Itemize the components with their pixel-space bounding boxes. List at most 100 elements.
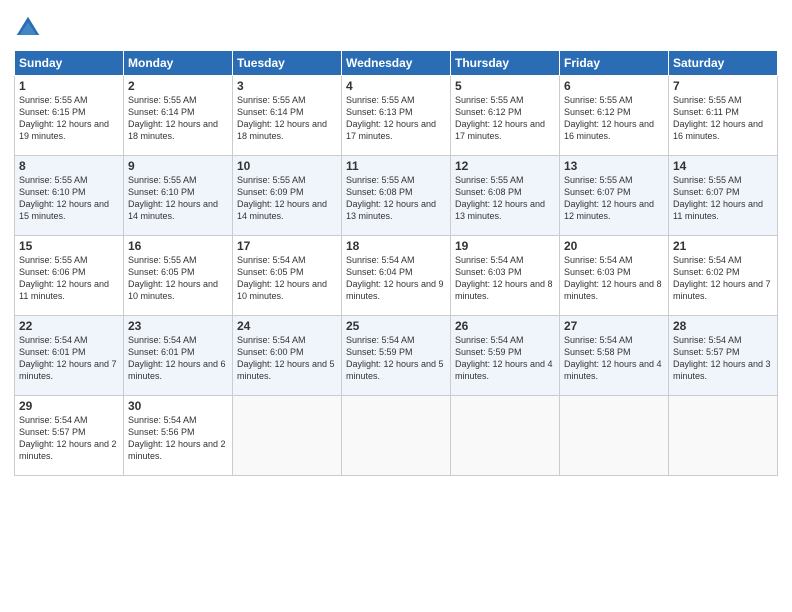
day-number: 13: [564, 159, 664, 173]
day-number: 20: [564, 239, 664, 253]
page-header: [14, 10, 778, 42]
day-number: 23: [128, 319, 228, 333]
calendar-cell: 3Sunrise: 5:55 AMSunset: 6:14 PMDaylight…: [233, 76, 342, 156]
cell-info: Sunrise: 5:55 AMSunset: 6:09 PMDaylight:…: [237, 174, 337, 223]
day-number: 16: [128, 239, 228, 253]
calendar-cell: 4Sunrise: 5:55 AMSunset: 6:13 PMDaylight…: [342, 76, 451, 156]
cell-info: Sunrise: 5:55 AMSunset: 6:06 PMDaylight:…: [19, 254, 119, 303]
calendar-cell: 13Sunrise: 5:55 AMSunset: 6:07 PMDayligh…: [560, 156, 669, 236]
cell-info: Sunrise: 5:54 AMSunset: 5:59 PMDaylight:…: [455, 334, 555, 383]
calendar-cell: 6Sunrise: 5:55 AMSunset: 6:12 PMDaylight…: [560, 76, 669, 156]
cell-info: Sunrise: 5:55 AMSunset: 6:14 PMDaylight:…: [128, 94, 228, 143]
day-number: 6: [564, 79, 664, 93]
calendar-cell: 7Sunrise: 5:55 AMSunset: 6:11 PMDaylight…: [669, 76, 778, 156]
cell-info: Sunrise: 5:55 AMSunset: 6:08 PMDaylight:…: [346, 174, 446, 223]
calendar-cell: [669, 396, 778, 476]
calendar-cell: 26Sunrise: 5:54 AMSunset: 5:59 PMDayligh…: [451, 316, 560, 396]
calendar-week-4: 22Sunrise: 5:54 AMSunset: 6:01 PMDayligh…: [15, 316, 778, 396]
day-number: 25: [346, 319, 446, 333]
calendar-cell: 8Sunrise: 5:55 AMSunset: 6:10 PMDaylight…: [15, 156, 124, 236]
calendar-cell: 30Sunrise: 5:54 AMSunset: 5:56 PMDayligh…: [124, 396, 233, 476]
calendar-header-saturday: Saturday: [669, 51, 778, 76]
day-number: 26: [455, 319, 555, 333]
calendar-header-row: SundayMondayTuesdayWednesdayThursdayFrid…: [15, 51, 778, 76]
cell-info: Sunrise: 5:54 AMSunset: 5:57 PMDaylight:…: [19, 414, 119, 463]
calendar-cell: 24Sunrise: 5:54 AMSunset: 6:00 PMDayligh…: [233, 316, 342, 396]
day-number: 18: [346, 239, 446, 253]
day-number: 22: [19, 319, 119, 333]
cell-info: Sunrise: 5:55 AMSunset: 6:13 PMDaylight:…: [346, 94, 446, 143]
calendar-cell: 27Sunrise: 5:54 AMSunset: 5:58 PMDayligh…: [560, 316, 669, 396]
cell-info: Sunrise: 5:54 AMSunset: 6:00 PMDaylight:…: [237, 334, 337, 383]
calendar-header-sunday: Sunday: [15, 51, 124, 76]
cell-info: Sunrise: 5:54 AMSunset: 5:56 PMDaylight:…: [128, 414, 228, 463]
logo-icon: [14, 14, 42, 42]
cell-info: Sunrise: 5:55 AMSunset: 6:14 PMDaylight:…: [237, 94, 337, 143]
cell-info: Sunrise: 5:55 AMSunset: 6:05 PMDaylight:…: [128, 254, 228, 303]
calendar-cell: 15Sunrise: 5:55 AMSunset: 6:06 PMDayligh…: [15, 236, 124, 316]
day-number: 15: [19, 239, 119, 253]
day-number: 30: [128, 399, 228, 413]
cell-info: Sunrise: 5:54 AMSunset: 6:03 PMDaylight:…: [564, 254, 664, 303]
day-number: 7: [673, 79, 773, 93]
day-number: 9: [128, 159, 228, 173]
cell-info: Sunrise: 5:55 AMSunset: 6:11 PMDaylight:…: [673, 94, 773, 143]
calendar-week-3: 15Sunrise: 5:55 AMSunset: 6:06 PMDayligh…: [15, 236, 778, 316]
cell-info: Sunrise: 5:54 AMSunset: 6:01 PMDaylight:…: [128, 334, 228, 383]
calendar-cell: 2Sunrise: 5:55 AMSunset: 6:14 PMDaylight…: [124, 76, 233, 156]
calendar-cell: 11Sunrise: 5:55 AMSunset: 6:08 PMDayligh…: [342, 156, 451, 236]
calendar-cell: 23Sunrise: 5:54 AMSunset: 6:01 PMDayligh…: [124, 316, 233, 396]
calendar-week-1: 1Sunrise: 5:55 AMSunset: 6:15 PMDaylight…: [15, 76, 778, 156]
cell-info: Sunrise: 5:54 AMSunset: 6:04 PMDaylight:…: [346, 254, 446, 303]
calendar-cell: [342, 396, 451, 476]
calendar-week-2: 8Sunrise: 5:55 AMSunset: 6:10 PMDaylight…: [15, 156, 778, 236]
cell-info: Sunrise: 5:55 AMSunset: 6:07 PMDaylight:…: [564, 174, 664, 223]
calendar-header-tuesday: Tuesday: [233, 51, 342, 76]
calendar-cell: 1Sunrise: 5:55 AMSunset: 6:15 PMDaylight…: [15, 76, 124, 156]
cell-info: Sunrise: 5:54 AMSunset: 6:02 PMDaylight:…: [673, 254, 773, 303]
day-number: 28: [673, 319, 773, 333]
cell-info: Sunrise: 5:55 AMSunset: 6:10 PMDaylight:…: [19, 174, 119, 223]
day-number: 10: [237, 159, 337, 173]
day-number: 24: [237, 319, 337, 333]
calendar-cell: [233, 396, 342, 476]
day-number: 29: [19, 399, 119, 413]
calendar-week-5: 29Sunrise: 5:54 AMSunset: 5:57 PMDayligh…: [15, 396, 778, 476]
day-number: 21: [673, 239, 773, 253]
calendar-cell: 9Sunrise: 5:55 AMSunset: 6:10 PMDaylight…: [124, 156, 233, 236]
calendar-cell: [451, 396, 560, 476]
calendar-header-wednesday: Wednesday: [342, 51, 451, 76]
calendar-cell: 10Sunrise: 5:55 AMSunset: 6:09 PMDayligh…: [233, 156, 342, 236]
cell-info: Sunrise: 5:55 AMSunset: 6:08 PMDaylight:…: [455, 174, 555, 223]
day-number: 5: [455, 79, 555, 93]
cell-info: Sunrise: 5:54 AMSunset: 6:01 PMDaylight:…: [19, 334, 119, 383]
day-number: 12: [455, 159, 555, 173]
calendar-cell: 21Sunrise: 5:54 AMSunset: 6:02 PMDayligh…: [669, 236, 778, 316]
cell-info: Sunrise: 5:54 AMSunset: 6:05 PMDaylight:…: [237, 254, 337, 303]
cell-info: Sunrise: 5:54 AMSunset: 5:58 PMDaylight:…: [564, 334, 664, 383]
day-number: 8: [19, 159, 119, 173]
calendar-header-friday: Friday: [560, 51, 669, 76]
cell-info: Sunrise: 5:55 AMSunset: 6:12 PMDaylight:…: [564, 94, 664, 143]
cell-info: Sunrise: 5:54 AMSunset: 5:57 PMDaylight:…: [673, 334, 773, 383]
calendar-cell: 25Sunrise: 5:54 AMSunset: 5:59 PMDayligh…: [342, 316, 451, 396]
cell-info: Sunrise: 5:55 AMSunset: 6:15 PMDaylight:…: [19, 94, 119, 143]
logo: [14, 14, 44, 42]
cell-info: Sunrise: 5:54 AMSunset: 6:03 PMDaylight:…: [455, 254, 555, 303]
day-number: 14: [673, 159, 773, 173]
day-number: 2: [128, 79, 228, 93]
cell-info: Sunrise: 5:55 AMSunset: 6:10 PMDaylight:…: [128, 174, 228, 223]
calendar-table: SundayMondayTuesdayWednesdayThursdayFrid…: [14, 50, 778, 476]
calendar-cell: 5Sunrise: 5:55 AMSunset: 6:12 PMDaylight…: [451, 76, 560, 156]
day-number: 4: [346, 79, 446, 93]
cell-info: Sunrise: 5:55 AMSunset: 6:07 PMDaylight:…: [673, 174, 773, 223]
page-container: SundayMondayTuesdayWednesdayThursdayFrid…: [0, 0, 792, 612]
day-number: 3: [237, 79, 337, 93]
calendar-cell: 29Sunrise: 5:54 AMSunset: 5:57 PMDayligh…: [15, 396, 124, 476]
calendar-cell: 20Sunrise: 5:54 AMSunset: 6:03 PMDayligh…: [560, 236, 669, 316]
day-number: 27: [564, 319, 664, 333]
calendar-header-monday: Monday: [124, 51, 233, 76]
calendar-cell: 22Sunrise: 5:54 AMSunset: 6:01 PMDayligh…: [15, 316, 124, 396]
day-number: 1: [19, 79, 119, 93]
day-number: 17: [237, 239, 337, 253]
